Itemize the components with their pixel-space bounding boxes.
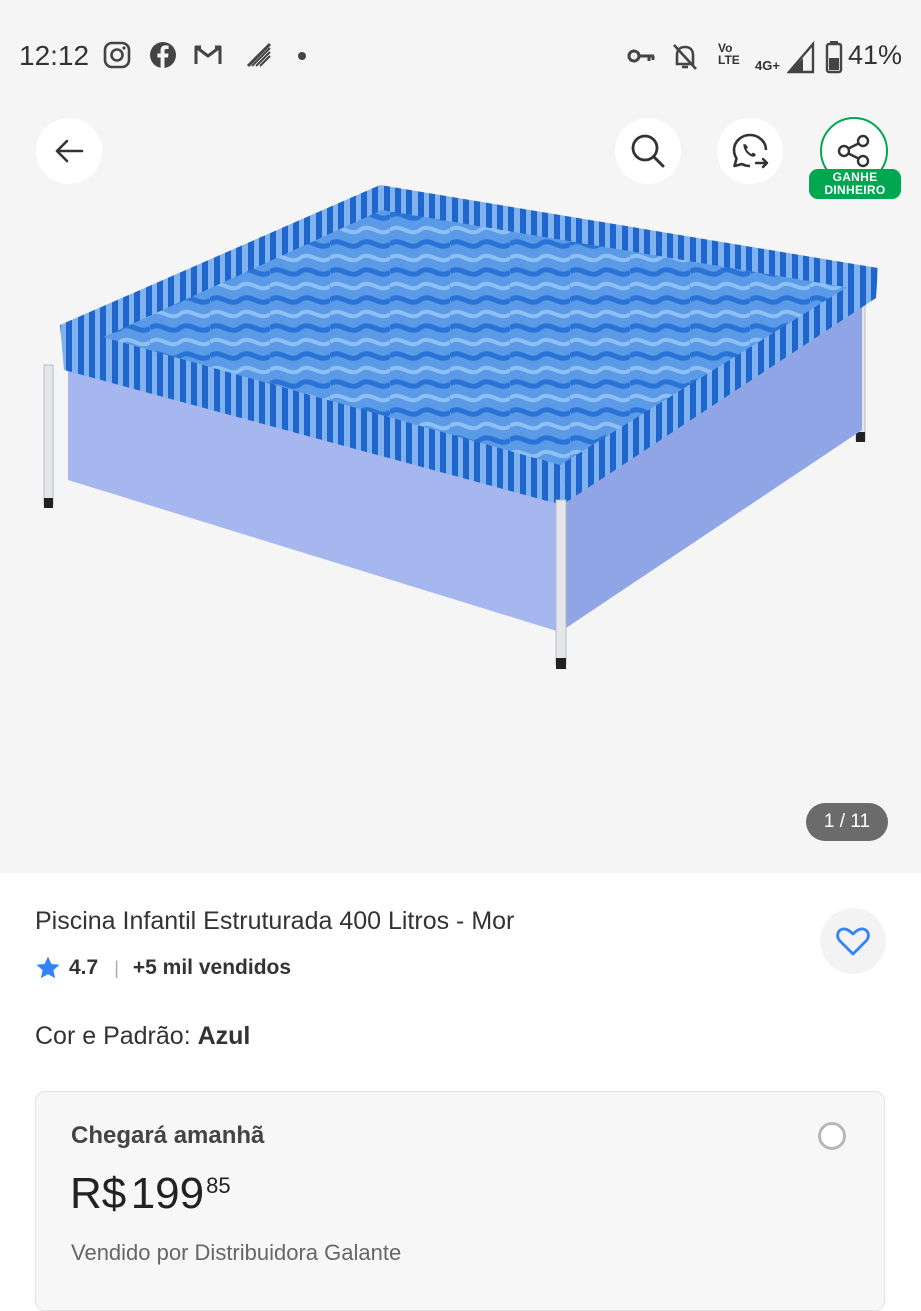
variant-label: Cor e Padrão: [35,1022,191,1050]
gmail-icon [194,45,222,64]
rating-separator: | [114,957,119,978]
price: R$ 19985 [70,1169,231,1219]
search-button[interactable] [615,118,681,184]
whatsapp-share-button[interactable] [717,118,783,184]
search-icon [631,134,665,168]
share-icon [837,134,870,168]
price-cents: 85 [206,1173,231,1198]
back-arrow-icon [55,139,84,163]
price-currency: R$ [70,1169,127,1218]
notification-dot-icon [298,52,306,60]
product-image[interactable] [30,180,890,690]
battery-percentage: 41% [848,40,903,70]
star-icon [36,956,60,979]
seller-info: Vendido por Distribuidora Galante [71,1240,402,1265]
battery-icon [825,41,843,74]
status-time: 12:12 [19,40,90,71]
status-bar: 12:12 Vo LTE 4G+ 41% [0,0,921,110]
sold-count: +5 mil vendidos [132,956,292,979]
wifi-calling-icon [246,42,272,68]
variant-value: Azul [197,1022,251,1050]
back-button[interactable] [36,118,102,184]
rating-value: 4.7 [69,956,99,979]
notifications-off-icon [673,44,697,70]
product-title: Piscina Infantil Estruturada 400 Litros … [35,907,515,935]
heart-icon [836,927,870,956]
price-integer: 199 [130,1169,205,1218]
instagram-icon [103,41,131,69]
whatsapp-icon [732,133,769,169]
shipping-option-card[interactable]: Chegará amanhã R$ 19985 Vendido por Dist… [35,1091,885,1311]
product-gallery[interactable]: 12:12 Vo LTE 4G+ 41% GANHE DINHEIRO 1 / … [0,0,921,873]
variant-selector[interactable]: Cor e Padrão: Azul [35,1022,250,1051]
network-type: 4G+ [755,58,780,73]
volte-indicator: Vo LTE [718,42,740,66]
shipping-radio[interactable] [818,1122,846,1150]
favorite-button[interactable] [820,908,886,974]
rating-row[interactable]: 4.7 | +5 mil vendidos [35,952,291,984]
facebook-icon [150,42,176,68]
delivery-title: Chegará amanhã [71,1122,265,1149]
image-counter: 1 / 11 [806,803,888,841]
signal-icon [787,40,815,74]
vpn-key-icon [627,49,655,63]
volte-line2: LTE [718,53,740,67]
